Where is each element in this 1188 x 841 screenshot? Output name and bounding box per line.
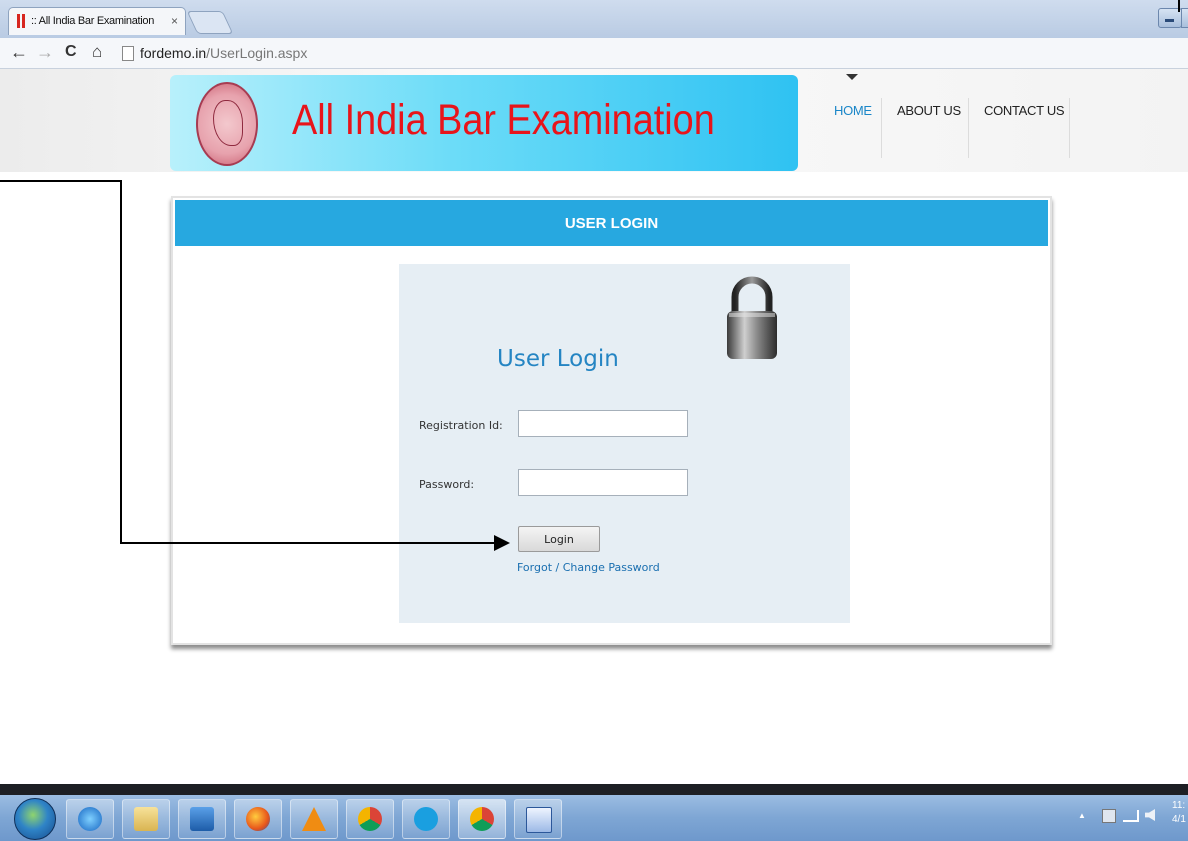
clock-date: 4/1: [1172, 814, 1186, 825]
skype-icon[interactable]: [402, 799, 450, 839]
login-button[interactable]: Login: [518, 526, 600, 552]
word-icon[interactable]: [514, 799, 562, 839]
page-icon: [122, 46, 134, 61]
registration-id-label: Registration Id:: [419, 419, 503, 432]
desktop-strip: [0, 784, 1188, 795]
annotation-line: [0, 180, 122, 182]
nav-about-us[interactable]: ABOUT US: [897, 98, 961, 158]
internet-explorer-icon[interactable]: [66, 799, 114, 839]
browser-tabstrip: :: All India Bar Examination ×: [0, 0, 1188, 38]
nav-indicator-icon: [846, 74, 858, 80]
chrome-icon[interactable]: [346, 799, 394, 839]
login-panel-header: USER LOGIN: [175, 200, 1048, 246]
system-clock[interactable]: 11: 4/1: [1172, 799, 1186, 827]
nav-divider: [1069, 98, 1070, 158]
action-center-icon[interactable]: [1102, 809, 1116, 823]
back-icon[interactable]: ←: [10, 42, 28, 62]
site-title: All India Bar Examination: [292, 96, 715, 144]
windows-taskbar: ▲ 11: 4/1: [0, 795, 1188, 841]
nav-contact-us[interactable]: CONTACT US: [984, 98, 1065, 158]
bar-council-emblem-icon: [196, 82, 258, 166]
annotation-arrowhead-icon: [494, 535, 510, 551]
new-tab-button[interactable]: [186, 11, 234, 34]
address-bar[interactable]: fordemo.in/UserLogin.aspx: [118, 42, 1188, 64]
form-title: User Login: [497, 346, 619, 372]
annotation-line-top: [1178, 0, 1180, 12]
url-text: fordemo.in/UserLogin.aspx: [140, 42, 307, 64]
nav-home[interactable]: HOME: [834, 98, 872, 158]
media-player-icon[interactable]: [178, 799, 226, 839]
firefox-icon[interactable]: [234, 799, 282, 839]
login-form: User Login Registration Id: Password: Lo…: [399, 264, 850, 623]
url-domain: fordemo.in: [140, 45, 207, 61]
maximize-button[interactable]: [1181, 8, 1188, 28]
annotation-line: [120, 542, 496, 544]
forward-icon[interactable]: →: [36, 42, 54, 62]
nav-divider: [881, 98, 882, 158]
browser-toolbar: ← → C ⌂ fordemo.in/UserLogin.aspx: [0, 38, 1188, 69]
tab-title: :: All India Bar Examination: [31, 15, 155, 27]
padlock-icon: [727, 276, 777, 359]
file-explorer-icon[interactable]: [122, 799, 170, 839]
forgot-password-link[interactable]: Forgot / Change Password: [517, 561, 660, 574]
chrome-active-icon[interactable]: [458, 799, 506, 839]
volume-icon[interactable]: [1145, 809, 1155, 821]
site-banner: All India Bar Examination: [170, 75, 798, 171]
clock-time: 11:: [1172, 800, 1186, 811]
password-input[interactable]: [518, 469, 688, 496]
browser-tab[interactable]: :: All India Bar Examination ×: [8, 7, 186, 35]
url-path: /UserLogin.aspx: [206, 45, 308, 61]
registration-id-input[interactable]: [518, 410, 688, 437]
login-panel: USER LOGIN User Login Registration Id: P…: [171, 196, 1052, 645]
reload-icon[interactable]: C: [65, 42, 77, 62]
password-label: Password:: [419, 478, 475, 491]
start-button-icon[interactable]: [14, 798, 56, 840]
annotation-line: [120, 180, 122, 544]
tray-expand-icon[interactable]: ▲: [1078, 811, 1086, 820]
home-icon[interactable]: ⌂: [92, 42, 102, 62]
network-icon[interactable]: [1123, 810, 1139, 822]
vlc-icon[interactable]: [290, 799, 338, 839]
site-favicon-icon: [17, 14, 20, 28]
nav-divider: [968, 98, 969, 158]
tab-close-icon[interactable]: ×: [171, 8, 178, 34]
